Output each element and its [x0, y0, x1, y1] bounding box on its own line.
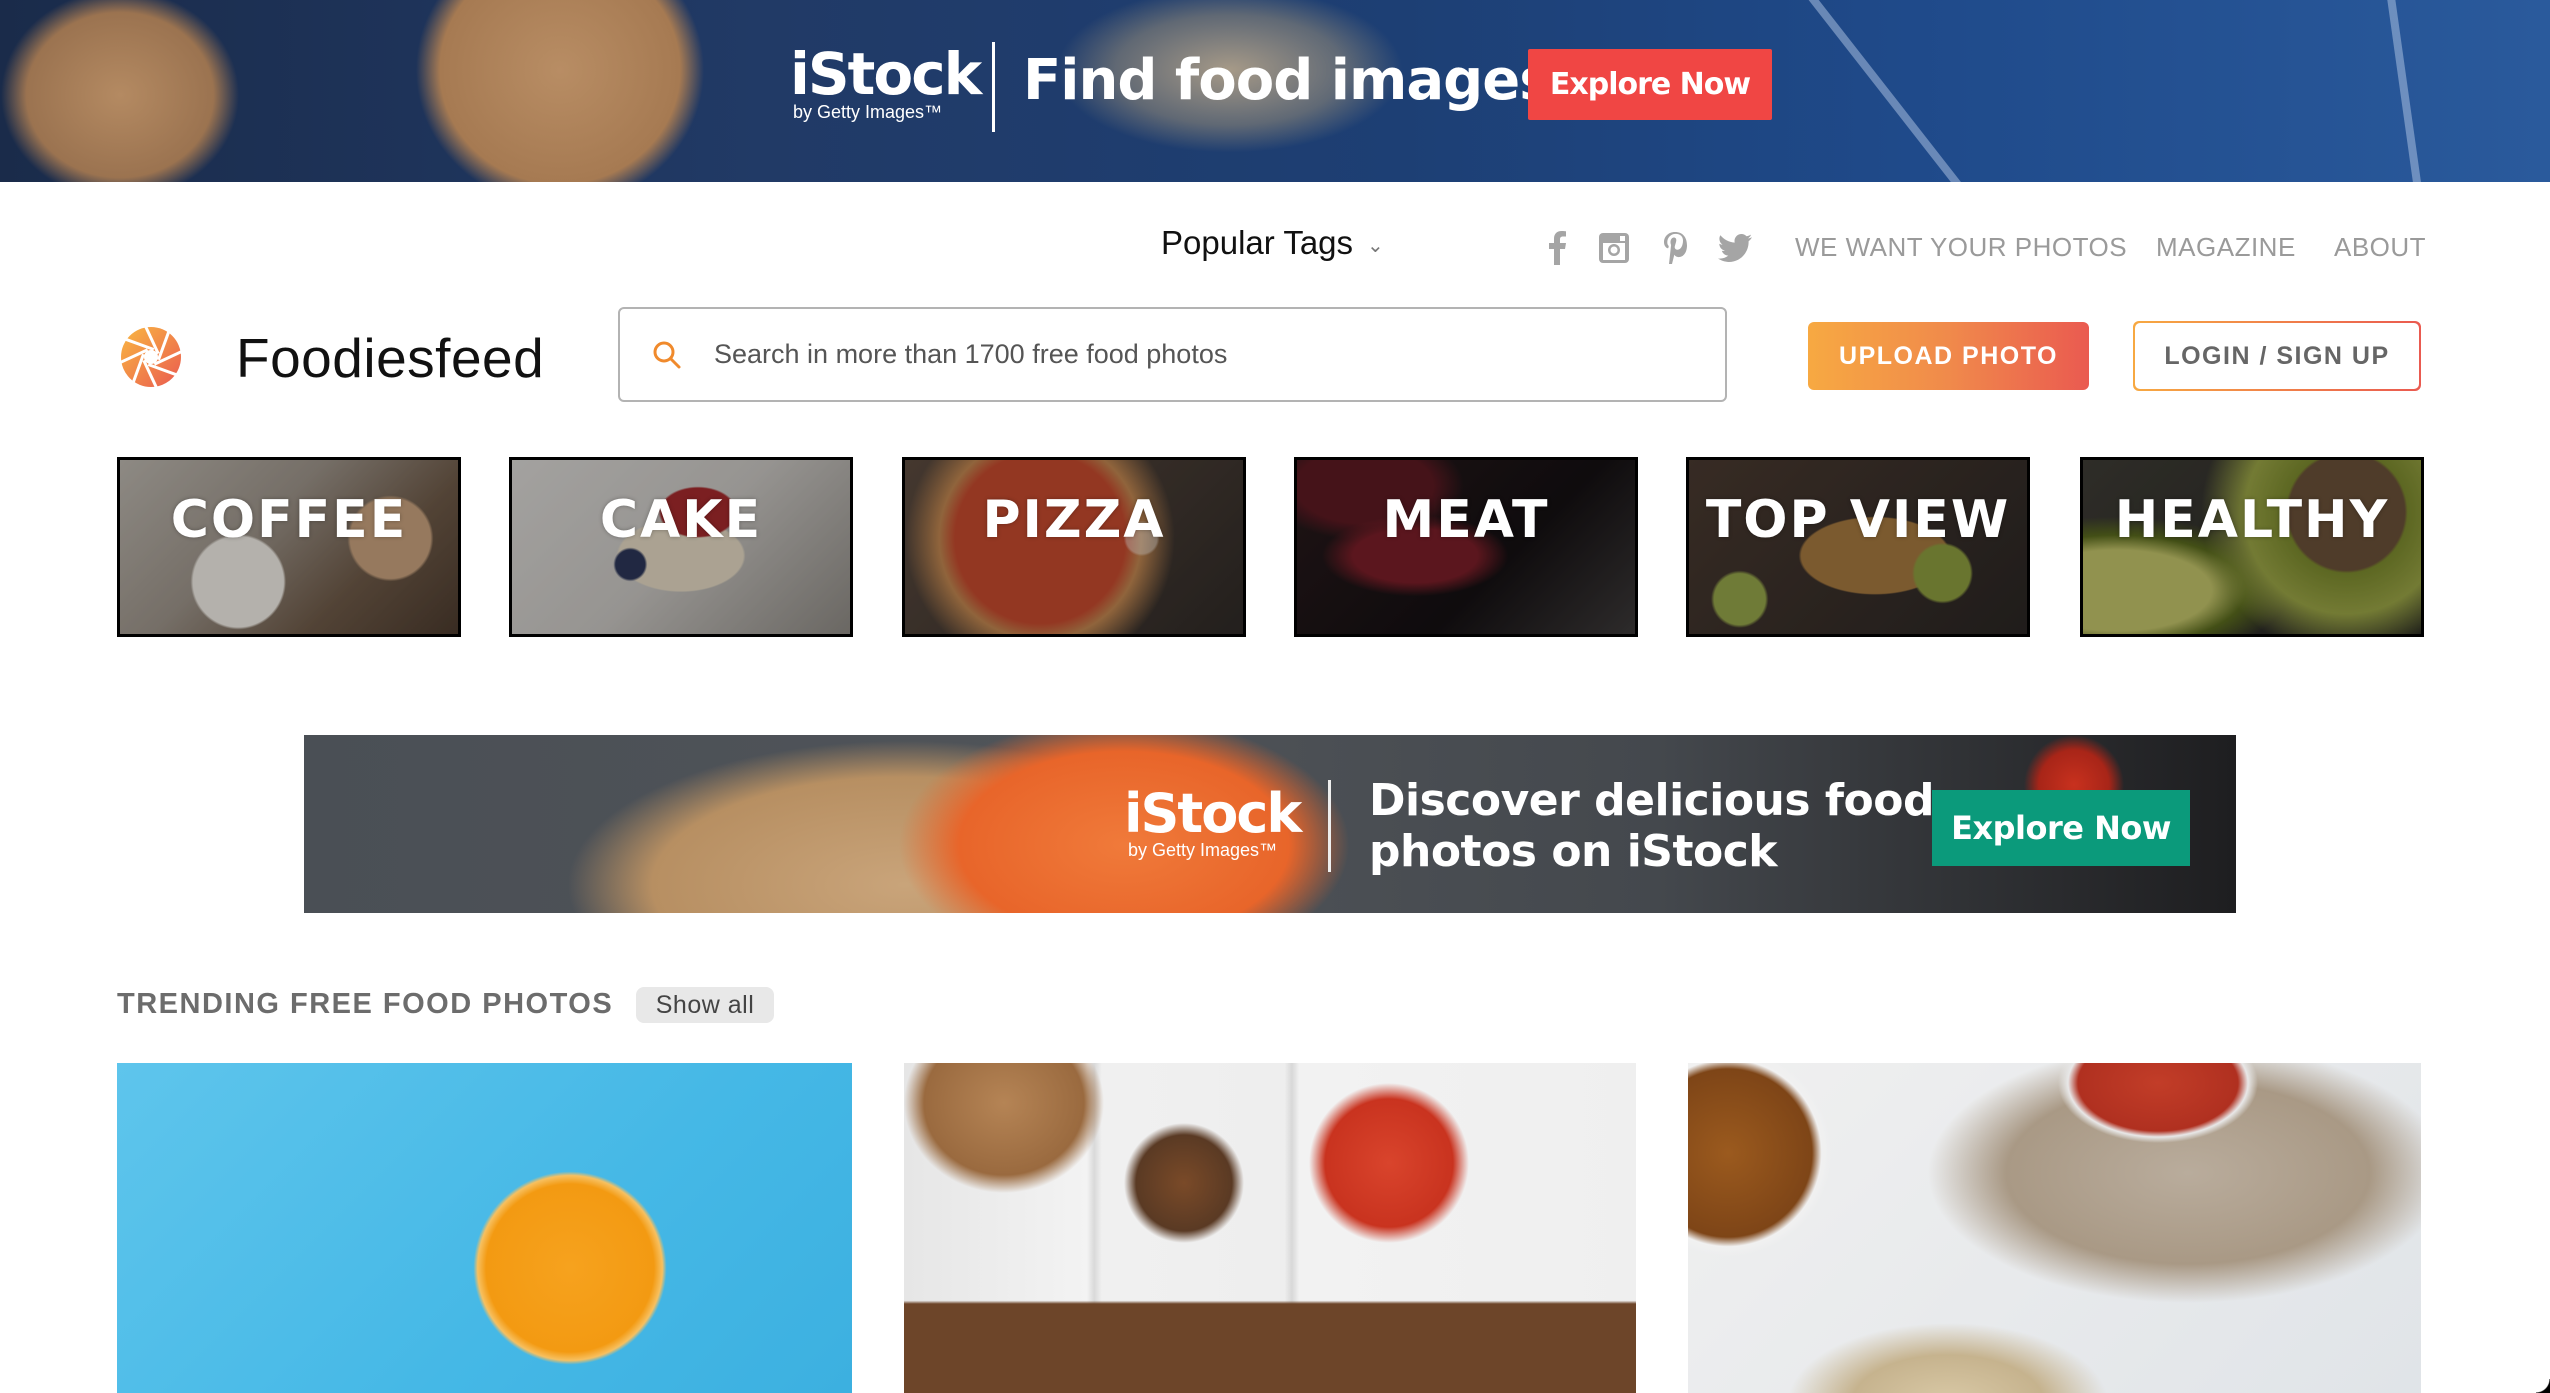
login-signup-button[interactable]: LOGIN / SIGN UP: [2133, 321, 2421, 391]
twitter-icon[interactable]: [1718, 230, 1752, 266]
instagram-icon[interactable]: [1597, 230, 1631, 266]
istock-mid-banner[interactable]: iStock by Getty Images™ Discover delicio…: [304, 735, 2236, 913]
trending-section-title: TRENDING FREE FOOD PHOTOS: [117, 988, 614, 1020]
istock-logo: iStock: [790, 40, 982, 108]
banner-headline-line-1: Discover delicious food: [1369, 775, 1934, 826]
category-tile-meat[interactable]: MEAT: [1294, 457, 1638, 637]
category-label: COFFEE: [170, 490, 408, 550]
trending-photo-orange[interactable]: [117, 1063, 852, 1393]
pinterest-icon[interactable]: [1658, 230, 1692, 266]
banner-headline: Find food images: [1023, 48, 1553, 113]
facebook-icon[interactable]: [1540, 230, 1574, 266]
nav-link-we-want-your-photos[interactable]: WE WANT YOUR PHOTOS: [1795, 232, 2127, 263]
category-tile-cake[interactable]: CAKE: [509, 457, 853, 637]
category-tile-pizza[interactable]: PIZZA: [902, 457, 1246, 637]
popular-tags-dropdown[interactable]: Popular Tags ⌄: [1161, 224, 1384, 262]
category-tile-healthy[interactable]: HEALTHY: [2080, 457, 2424, 637]
banner-decoration: [1800, 0, 1968, 182]
foodiesfeed-logo-icon[interactable]: [117, 323, 185, 391]
banner-decoration: [2381, 0, 2427, 182]
category-label: HEALTHY: [2114, 490, 2390, 550]
category-label: CAKE: [599, 490, 763, 550]
popular-tags-label: Popular Tags: [1161, 224, 1354, 261]
banner-explore-now-button[interactable]: Explore Now: [1932, 790, 2190, 866]
category-label: MEAT: [1382, 490, 1550, 550]
show-all-button[interactable]: Show all: [636, 987, 774, 1023]
category-tile-top-view[interactable]: TOP VIEW: [1686, 457, 2030, 637]
category-label: TOP VIEW: [1705, 490, 2011, 550]
category-label: PIZZA: [982, 490, 1166, 550]
search-input[interactable]: [714, 339, 1614, 370]
category-tile-coffee[interactable]: COFFEE: [117, 457, 461, 637]
search-box[interactable]: [618, 307, 1727, 402]
upload-photo-button[interactable]: UPLOAD PHOTO: [1808, 322, 2089, 390]
istock-logo: iStock: [1124, 782, 1302, 845]
search-icon: [652, 340, 682, 370]
banner-headline: Discover delicious food photos on iStock: [1369, 775, 1934, 877]
login-signup-label: LOGIN / SIGN UP: [2135, 323, 2419, 389]
banner-headline-line-2: photos on iStock: [1369, 826, 1778, 877]
banner-divider: [1328, 780, 1331, 872]
banner-divider: [992, 42, 995, 132]
brand-name[interactable]: Foodiesfeed: [236, 326, 544, 390]
nav-link-magazine[interactable]: MAGAZINE: [2156, 232, 2296, 263]
istock-top-banner[interactable]: iStock by Getty Images™ Find food images…: [0, 0, 2550, 182]
istock-logo-subtitle: by Getty Images™: [1128, 840, 1278, 860]
nav-link-about[interactable]: ABOUT: [2334, 232, 2426, 263]
istock-logo-subtitle: by Getty Images™: [793, 102, 943, 122]
window-corner: [2536, 1379, 2550, 1393]
banner-explore-now-button[interactable]: Explore Now: [1528, 49, 1772, 120]
trending-photo-drink-tomatoes[interactable]: [904, 1063, 1636, 1393]
trending-photo-tea-salad[interactable]: [1688, 1063, 2421, 1393]
chevron-down-icon: ⌄: [1367, 234, 1384, 257]
